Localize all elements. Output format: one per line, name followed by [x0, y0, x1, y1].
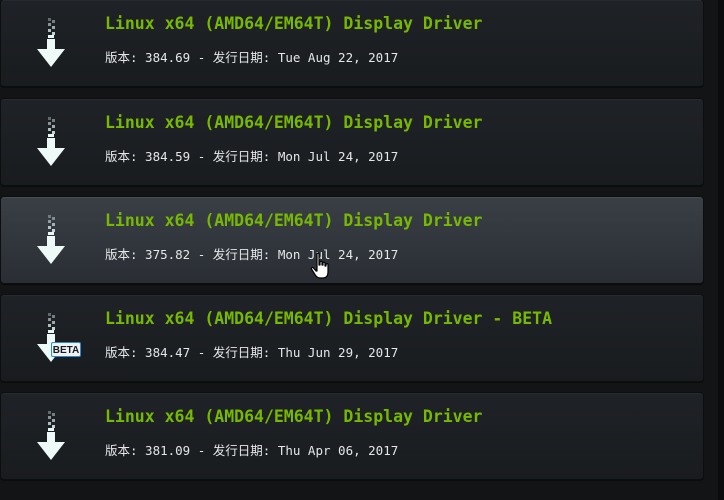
- driver-title[interactable]: Linux x64 (AMD64/EM64T) Display Driver: [105, 113, 483, 132]
- driver-title[interactable]: Linux x64 (AMD64/EM64T) Display Driver -…: [105, 309, 552, 328]
- driver-item[interactable]: Linux x64 (AMD64/EM64T) Display Driver 版…: [0, 392, 704, 480]
- download-arrow-icon: [31, 117, 71, 173]
- driver-item[interactable]: BETA Linux x64 (AMD64/EM64T) Display Dri…: [0, 294, 704, 382]
- driver-title[interactable]: Linux x64 (AMD64/EM64T) Display Driver: [105, 407, 483, 426]
- driver-item[interactable]: Linux x64 (AMD64/EM64T) Display Driver 版…: [0, 0, 704, 87]
- download-arrow-icon: [31, 411, 71, 467]
- driver-item[interactable]: Linux x64 (AMD64/EM64T) Display Driver 版…: [0, 196, 704, 284]
- driver-title[interactable]: Linux x64 (AMD64/EM64T) Display Driver: [105, 211, 483, 230]
- driver-version-date: 版本: 384.59 - 发行日期: Mon Jul 24, 2017: [105, 149, 399, 164]
- driver-version-date: 版本: 384.47 - 发行日期: Thu Jun 29, 2017: [105, 345, 399, 360]
- driver-title[interactable]: Linux x64 (AMD64/EM64T) Display Driver: [105, 14, 483, 33]
- download-arrow-icon: [31, 215, 71, 271]
- beta-badge: BETA: [51, 342, 81, 357]
- driver-list: Linux x64 (AMD64/EM64T) Display Driver 版…: [0, 0, 724, 500]
- driver-version-date: 版本: 381.09 - 发行日期: Thu Apr 06, 2017: [105, 443, 399, 458]
- download-arrow-icon: [31, 313, 71, 369]
- scrollbar-track[interactable]: [718, 0, 724, 500]
- driver-version-date: 版本: 384.69 - 发行日期: Tue Aug 22, 2017: [105, 50, 399, 65]
- driver-item[interactable]: Linux x64 (AMD64/EM64T) Display Driver 版…: [0, 98, 704, 186]
- driver-version-date: 版本: 375.82 - 发行日期: Mon Jul 24, 2017: [105, 247, 399, 262]
- download-arrow-icon: [31, 18, 71, 74]
